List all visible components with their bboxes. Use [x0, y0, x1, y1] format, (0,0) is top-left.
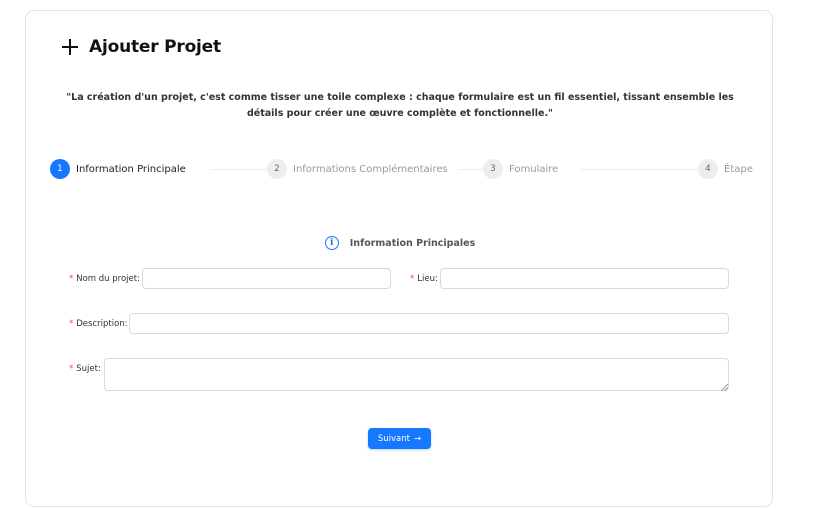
required-mark: *: [69, 364, 74, 374]
arrow-right-icon: →: [413, 433, 422, 444]
step-label: Information Principale: [76, 163, 186, 175]
label-text: Nom du projet: [76, 274, 138, 284]
step-label: Étape: [724, 163, 753, 175]
next-button[interactable]: Suivant →: [368, 428, 431, 449]
resize-handle-icon[interactable]: [721, 384, 728, 391]
label-text: Description: [76, 319, 125, 329]
label-colon: :: [434, 274, 438, 284]
step-number: 1: [50, 159, 70, 179]
required-mark: *: [69, 274, 74, 284]
required-mark: *: [410, 274, 415, 284]
step-2[interactable]: 2 Informations Complémentaires: [267, 159, 452, 179]
subject-textarea[interactable]: [104, 358, 729, 391]
label-colon: :: [137, 274, 140, 284]
intro-quote: "La création d'un projet, c'est comme ti…: [66, 92, 734, 119]
add-project-card: Ajouter Projet "La création d'un projet,…: [25, 10, 773, 507]
section-title: Information Principales: [349, 237, 476, 249]
location-label: * Lieu:: [410, 274, 438, 284]
plus-icon: [62, 39, 78, 55]
location-input[interactable]: [440, 268, 729, 289]
page-title: Ajouter Projet: [89, 37, 221, 57]
step-3[interactable]: 3 Fomulaire: [483, 159, 563, 179]
label-colon: :: [97, 364, 101, 374]
page-header: Ajouter Projet: [62, 37, 221, 57]
stepper: 1 Information Principale 2 Informations …: [50, 159, 757, 181]
required-mark: *: [69, 319, 74, 329]
label-colon: :: [124, 319, 128, 329]
step-number: 2: [267, 159, 287, 179]
label-text: Sujet: [76, 364, 98, 374]
subject-label: * Sujet:: [69, 364, 101, 374]
step-number: 3: [483, 159, 503, 179]
description-label: * Description:: [69, 319, 128, 329]
step-label: Fomulaire: [509, 163, 559, 175]
info-icon: i: [324, 236, 339, 250]
label-text: Lieu: [417, 274, 435, 284]
next-button-label: Suivant: [377, 433, 410, 444]
section-header: i Information Principales: [26, 236, 774, 250]
step-number: 4: [698, 159, 718, 179]
step-label: Informations Complémentaires: [293, 163, 448, 175]
step-4[interactable]: 4 Étape: [698, 159, 757, 179]
step-1[interactable]: 1 Information Principale: [50, 159, 190, 179]
description-input[interactable]: [129, 313, 729, 334]
project-name-input[interactable]: [142, 268, 391, 289]
project-name-label: * Nom du projet:: [69, 274, 140, 284]
